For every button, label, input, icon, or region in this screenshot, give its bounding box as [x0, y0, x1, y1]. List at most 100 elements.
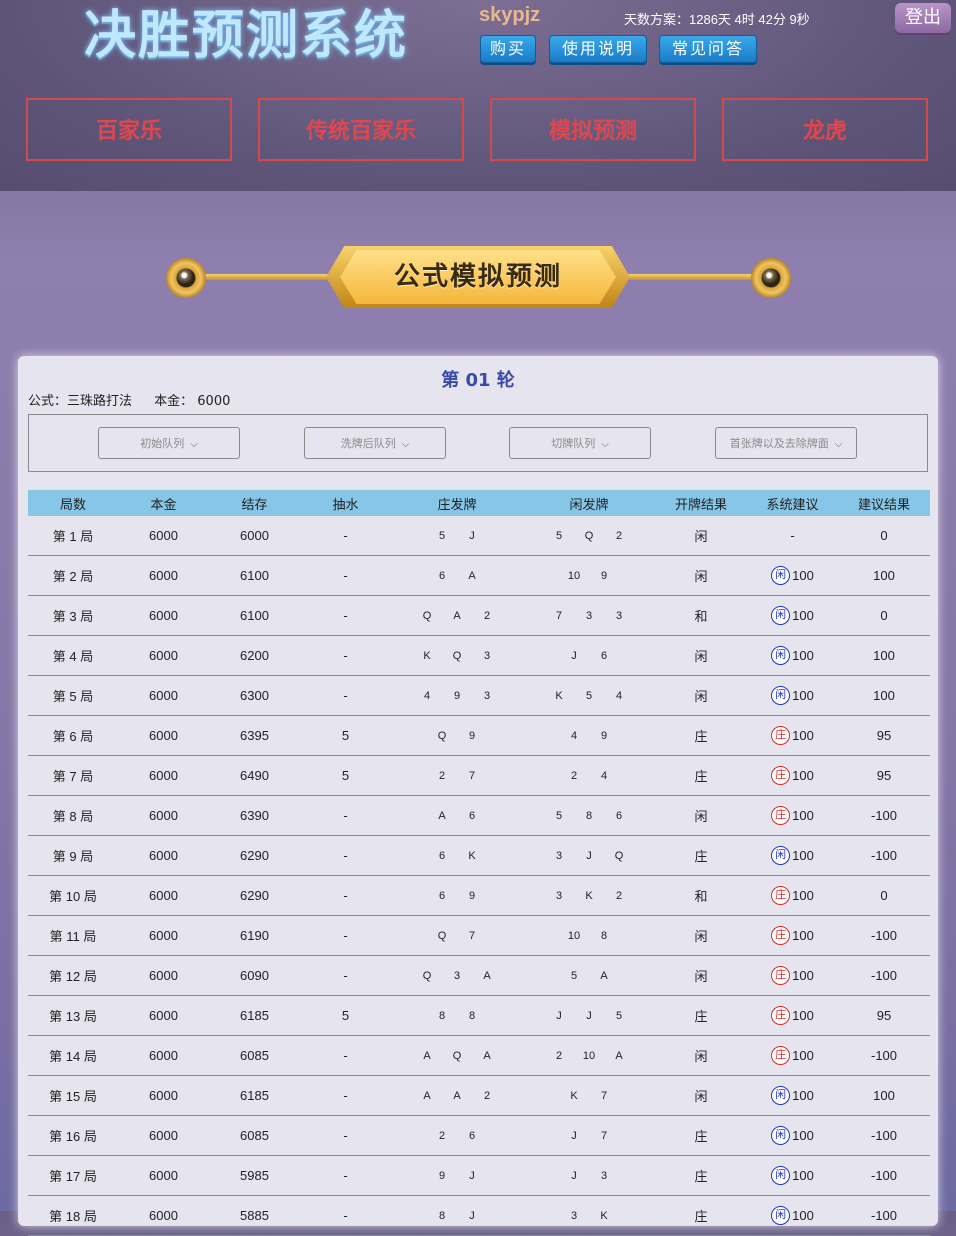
cell-banker-cards: 6K [391, 835, 523, 876]
advice-amount: 100 [792, 968, 814, 983]
cell-round: 第 11 局 [28, 915, 118, 956]
cell-banker-cards: Q9 [391, 715, 523, 756]
advice-badge: 庄 100 [771, 886, 814, 905]
cell-capital: 6000 [118, 1075, 209, 1116]
cell-outcome: -100 [838, 1035, 930, 1076]
player-card: K [555, 689, 563, 702]
table-row: 第 6 局 6000 6395 5 Q 9 4 9 庄庄 100 95 [28, 715, 930, 756]
advice-badge: 庄 100 [771, 926, 814, 945]
cell-player-cards: 3 J Q [523, 835, 655, 876]
nav-simulated-prediction[interactable]: 模拟预测 [490, 98, 696, 161]
player-card: 6 [615, 809, 623, 822]
advice-amount: 100 [792, 808, 814, 823]
player-circle-icon: 闲 [771, 846, 791, 865]
banker-circle-icon: 庄 [771, 806, 791, 825]
logout-button[interactable]: 登出 [895, 3, 951, 33]
table-row: 第 9 局 6000 6290-6 K 3 J Q 庄闲 100 -100 [28, 835, 930, 876]
player-circle-icon: 闲 [771, 1126, 791, 1145]
cell-balance: 6190 [209, 915, 300, 956]
banker-card: 6 [438, 849, 446, 862]
first-card-dropdown[interactable]: 首张牌以及去除牌面 ⌵ [715, 427, 857, 459]
cell-capital: 6000 [118, 715, 209, 756]
buy-button[interactable]: 购买 [480, 35, 536, 63]
table-row: 第 5 局 6000 6300-4 9 3 K 5 4 闲闲 100 100 [28, 675, 930, 716]
advice-badge: 闲 100 [771, 846, 814, 865]
shuffled-queue-dropdown[interactable]: 洗牌后队列 ⌵ [304, 427, 446, 459]
cell-advice: - [747, 516, 838, 556]
player-card: J [586, 849, 592, 862]
banker-circle-icon: 庄 [771, 766, 791, 785]
cell-advice: 庄 100 [747, 755, 838, 796]
cell-outcome: -100 [838, 795, 930, 836]
cell-round: 第 17 局 [28, 1155, 118, 1196]
table-row: 第 17 局 6000 5985-9 J J 3 庄闲 100 -100 [28, 1155, 930, 1196]
cell-capital: 6000 [118, 835, 209, 876]
cell-capital: 6000 [118, 875, 209, 916]
advice-badge: 庄 100 [771, 726, 814, 745]
cell-player-cards: 5 8 6 [523, 795, 655, 836]
player-card: 3 [585, 609, 593, 622]
chevron-down-icon: ⌵ [601, 439, 609, 450]
advice-badge: 庄 100 [771, 1046, 814, 1065]
cell-balance: 6290 [209, 835, 300, 876]
cell-rake: - [300, 875, 391, 916]
cut-queue-dropdown[interactable]: 切牌队列 ⌵ [509, 427, 651, 459]
results-table: 局数 本金 结存 抽水 庄发牌 闲发牌 开牌结果 系统建议 建议结果 第 1 局… [28, 490, 930, 1236]
player-card: 8 [600, 929, 608, 942]
player-circle-icon: 闲 [771, 646, 791, 665]
cell-outcome: -100 [838, 1115, 930, 1156]
cell-balance: 6185 [209, 1075, 300, 1116]
col-balance: 结存 [209, 490, 300, 516]
manual-button[interactable]: 使用说明 [549, 35, 647, 63]
cell-round: 第 8 局 [28, 795, 118, 836]
cell-capital: 6000 [118, 1195, 209, 1236]
nav-traditional-baccarat[interactable]: 传统百家乐 [258, 98, 464, 161]
cell-result: 闲 [655, 1035, 747, 1076]
player-card: 9 [600, 729, 608, 742]
cell-player-cards: J6 [523, 635, 655, 676]
player-card: 2 [615, 529, 623, 542]
banker-card: A [468, 569, 476, 582]
cell-round: 第 13 局 [28, 995, 118, 1036]
cell-advice: 庄 100 [747, 875, 838, 916]
banker-card: 6 [468, 1129, 476, 1142]
cell-rake: - [300, 1155, 391, 1196]
advice-badge: 庄 100 [771, 766, 814, 785]
advice-amount: 100 [792, 688, 814, 703]
banner-left-knob [166, 258, 206, 298]
banker-card: Q [437, 729, 447, 742]
cell-player-cards: 3K [523, 1195, 655, 1236]
player-card: 10 [567, 569, 581, 582]
cell-result: 庄 [655, 995, 747, 1036]
nav-dragon-tiger[interactable]: 龙虎 [722, 98, 928, 161]
cell-rake: - [300, 555, 391, 596]
nav-baccarat[interactable]: 百家乐 [26, 98, 232, 161]
cell-balance: 5985 [209, 1155, 300, 1196]
player-card: 6 [600, 649, 608, 662]
player-card: 3 [600, 1169, 608, 1182]
cell-round: 第 5 局 [28, 675, 118, 716]
table-row: 第 11 局 6000 6190- Q 7 10 8 闲庄 100 -100 [28, 915, 930, 956]
cell-rake: - [300, 1195, 391, 1236]
cell-banker-cards: 26 [391, 1115, 523, 1156]
faq-button[interactable]: 常见问答 [659, 35, 757, 63]
initial-queue-dropdown[interactable]: 初始队列 ⌵ [98, 427, 240, 459]
banker-card: 6 [438, 569, 446, 582]
cell-round: 第 7 局 [28, 755, 118, 796]
cell-round: 第 9 局 [28, 835, 118, 876]
banker-card: 7 [468, 769, 476, 782]
table-row: 第 3 局 6000 6100- Q A 2 7 3 3 和 闲 100 0 [28, 595, 930, 636]
cell-advice: 闲 100 [747, 595, 838, 636]
advice-amount: 100 [792, 568, 814, 583]
cell-capital: 6000 [118, 516, 209, 556]
cell-advice: 庄 100 [747, 955, 838, 996]
cell-banker-cards: K Q 3 [391, 635, 523, 676]
table-row: 第 16 局 6000 6085-2 6 J 7 庄闲 100 -100 [28, 1115, 930, 1156]
cell-outcome: -100 [838, 915, 930, 956]
cell-capital: 6000 [118, 755, 209, 796]
cell-banker-cards: 8J [391, 1195, 523, 1236]
cell-capital: 6000 [118, 915, 209, 956]
cell-banker-cards: A6 [391, 795, 523, 836]
section-title: 公式模拟预测 [393, 262, 562, 292]
player-card: Q [614, 849, 624, 862]
